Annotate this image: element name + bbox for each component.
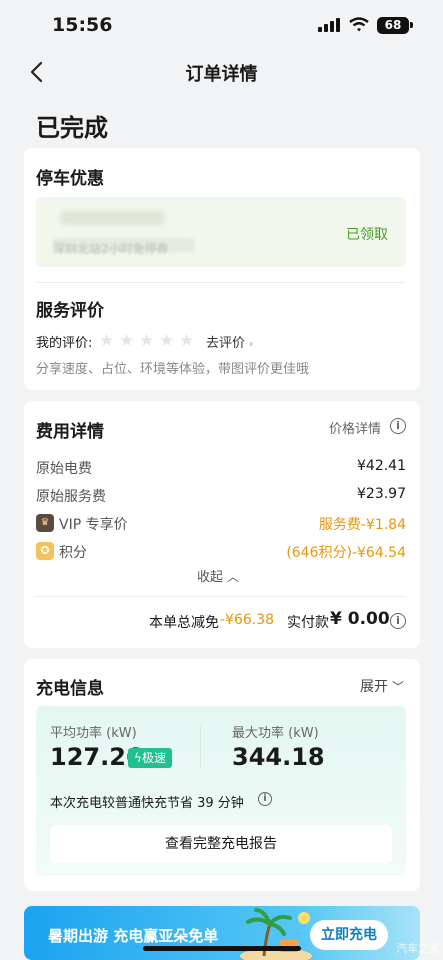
home-indicator [143,946,301,951]
star-icon[interactable]: ★ [139,333,155,350]
points-label: 积分 [59,545,87,561]
max-power-label: 最大功率 (kW) [232,726,319,741]
battery-icon: 68 [377,17,409,34]
coupon-desc: 深圳北站2小时免停券 [53,238,195,256]
page-title: 订单详情 [185,64,258,85]
star-icon[interactable]: ★ [159,333,175,350]
avg-power-label: 平均功率 (kW) [50,726,137,741]
fee-row-label: 原始服务费 [36,489,106,505]
saving-text: 本次充电较普通快充节省 39 分钟 [50,796,244,811]
info-icon[interactable]: i [390,613,406,629]
info-icon[interactable]: i [390,418,406,434]
charging-section-title: 充电信息 [36,679,104,699]
battery-tip [410,22,413,28]
paid-value: ¥ 0.00 [330,609,390,629]
vip-value: 服务费-¥1.84 [318,517,406,533]
order-status: 已完成 [36,114,108,142]
review-section-title: 服务评价 [36,301,104,321]
lightning-icon: ϟ [134,751,142,765]
divider [36,596,406,597]
my-rating-label: 我的评价: [36,336,93,351]
chevron-down-icon: ﹀ [392,680,405,694]
coupon-status: 已领取 [346,227,388,243]
star-icon[interactable]: ★ [179,333,195,350]
vip-icon: ♛ [36,514,54,532]
paid-label: 实付款 [287,615,329,631]
star-icon[interactable]: ★ [119,333,135,350]
fee-row-label: 原始电费 [36,461,92,477]
parking-section-title: 停车优惠 [36,169,104,189]
divider [36,282,406,283]
points-value: (646积分)-¥64.54 [286,545,406,561]
fee-row-value: ¥42.41 [357,458,406,474]
price-detail-link[interactable]: 价格详情 [329,418,381,437]
expand-toggle[interactable]: 展开 ﹀ [360,676,404,696]
collapse-toggle[interactable]: 收起 ︿ [197,566,239,585]
beach-illustration-icon [240,908,312,960]
charge-now-button[interactable]: 立即充电 [310,920,388,950]
total-discount-label: 本单总减免 [149,615,219,631]
go-review-link[interactable]: 去评价 › [206,332,253,351]
watermark: 汽车之家 [396,942,440,955]
signal-icon [318,18,340,32]
view-report-button[interactable]: 查看完整充电报告 [50,825,392,863]
vip-label: VIP 专享价 [59,517,128,533]
fee-row-value: ¥23.97 [357,486,406,502]
fee-section-title: 费用详情 [36,422,104,442]
wifi-icon [349,17,369,32]
speed-badge: ϟ极速 [128,748,172,768]
max-power-value: 344.18 [232,743,325,771]
status-time: 15:56 [52,14,113,36]
banner-text: 暑期出游 充电赢亚朵免单 [48,927,219,945]
points-icon: ✪ [36,542,54,560]
chevron-right-icon: › [249,337,254,350]
star-icon[interactable]: ★ [99,333,115,350]
chevron-up-icon: ︿ [227,570,240,584]
rating-stars[interactable]: ★ ★ ★ ★ ★ [99,331,199,350]
coupon-name-blurred [60,211,165,225]
stat-divider [200,726,201,768]
info-icon[interactable]: i [258,792,272,806]
review-hint: 分享速度、占位、环境等体验，带图评价更佳哦 [36,362,310,377]
total-discount-value: -¥66.38 [220,612,275,628]
